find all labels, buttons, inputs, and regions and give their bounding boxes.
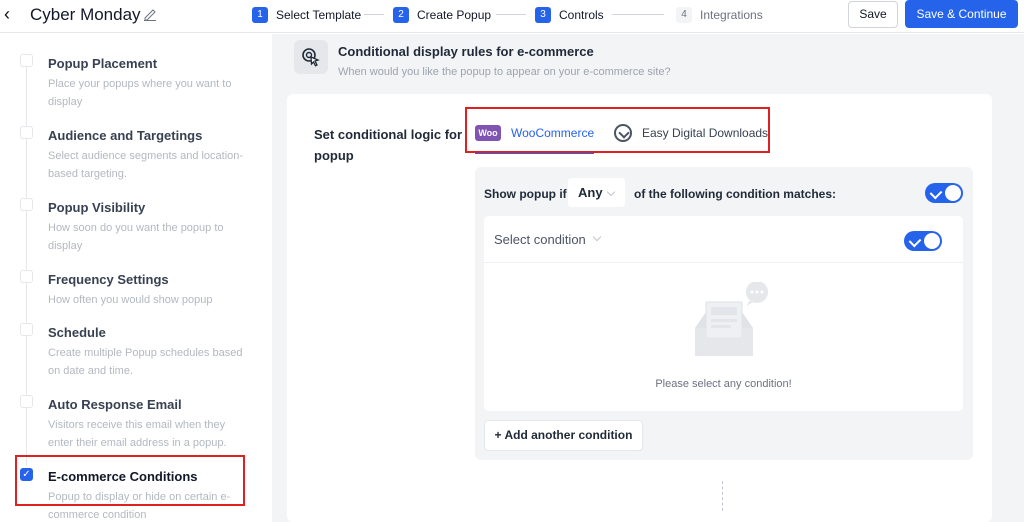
nav-item-auto-response-email[interactable]: Auto Response Email [48,397,182,412]
nav-item-desc: Create multiple Popup schedules based on… [48,347,243,377]
nav-item-popup-visibility[interactable]: Popup Visibility [48,200,145,215]
nav-item-popup-placement[interactable]: Popup Placement [48,56,157,71]
nav-item-schedule[interactable]: Schedule [48,325,106,340]
checkbox-icon[interactable] [20,126,33,139]
nav-item-desc: Visitors receive this email when they en… [48,419,227,449]
nav-item-desc: Select audience segments and location-ba… [48,150,244,180]
empty-inbox-icon [695,282,768,356]
match-type-value: Any [578,185,603,200]
step-label: Integrations [700,8,763,22]
step-controls[interactable]: 3 Controls [535,6,604,24]
step-label: Controls [559,8,604,22]
highlight-box [15,455,245,506]
chevron-down-icon [592,232,602,242]
section-subtitle: When would you like the popup to appear … [338,66,671,78]
logic-label: Set conditional logic for popup [314,127,463,163]
save-button[interactable]: Save [848,1,898,28]
step-label: Create Popup [417,8,492,22]
chevron-left-icon[interactable]: ‹ [4,4,18,24]
chevron-down-icon [606,187,616,197]
pencil-icon[interactable] [143,7,157,21]
rule-suffix: of the following condition matches: [634,187,836,201]
controls-sidebar: Popup Placement Place your popups where … [0,34,272,522]
nav-item-frequency-settings[interactable]: Frequency Settings [48,272,169,287]
add-condition-button[interactable]: + Add another condition [484,420,643,451]
step-connector [612,14,664,15]
save-continue-button[interactable]: Save & Continue [905,0,1018,28]
section-title: Conditional display rules for e-commerce [338,44,594,59]
checkbox-icon[interactable] [20,270,33,283]
step-integrations[interactable]: 4 Integrations [676,6,763,24]
divider [484,262,963,263]
step-connector [364,14,384,15]
main-panel: Conditional display rules for e-commerce… [272,34,1024,522]
checkbox-icon[interactable] [20,54,33,67]
step-connector [496,14,526,15]
nav-item-audience-targetings[interactable]: Audience and Targetings [48,128,202,143]
conditions-card: Set conditional logic for popup Woo WooC… [287,94,992,522]
top-bar: ‹ Cyber Monday 1 Select Template 2 Creat… [0,0,1024,33]
cursor-click-icon [294,40,328,74]
nav-item-desc: How often you would show popup [48,294,213,306]
campaign-title: Cyber Monday [30,5,141,24]
step-create-popup[interactable]: 2 Create Popup [393,6,491,24]
dashed-connector [722,481,723,511]
highlight-box [465,107,770,153]
empty-state-text: Please select any condition! [655,378,792,390]
step-label: Select Template [276,8,362,22]
match-type-select[interactable]: Any [567,177,626,208]
nav-item-desc: Place your popups where you want to disp… [48,78,232,108]
rule-prefix: Show popup if [484,187,567,201]
step-select-template[interactable]: 1 Select Template [252,6,361,24]
condition-item: Select condition Please select any condi… [484,216,963,411]
condition-enable-toggle[interactable] [904,231,942,251]
select-condition-dropdown[interactable]: Select condition [494,232,586,247]
nav-item-desc: How soon do you want the popup to displa… [48,222,224,252]
checkbox-icon[interactable] [20,323,33,336]
group-enable-toggle[interactable] [925,183,963,203]
condition-group: Show popup if Any of the following condi… [475,167,973,460]
checkbox-icon[interactable] [20,198,33,211]
checkbox-icon[interactable] [20,395,33,408]
